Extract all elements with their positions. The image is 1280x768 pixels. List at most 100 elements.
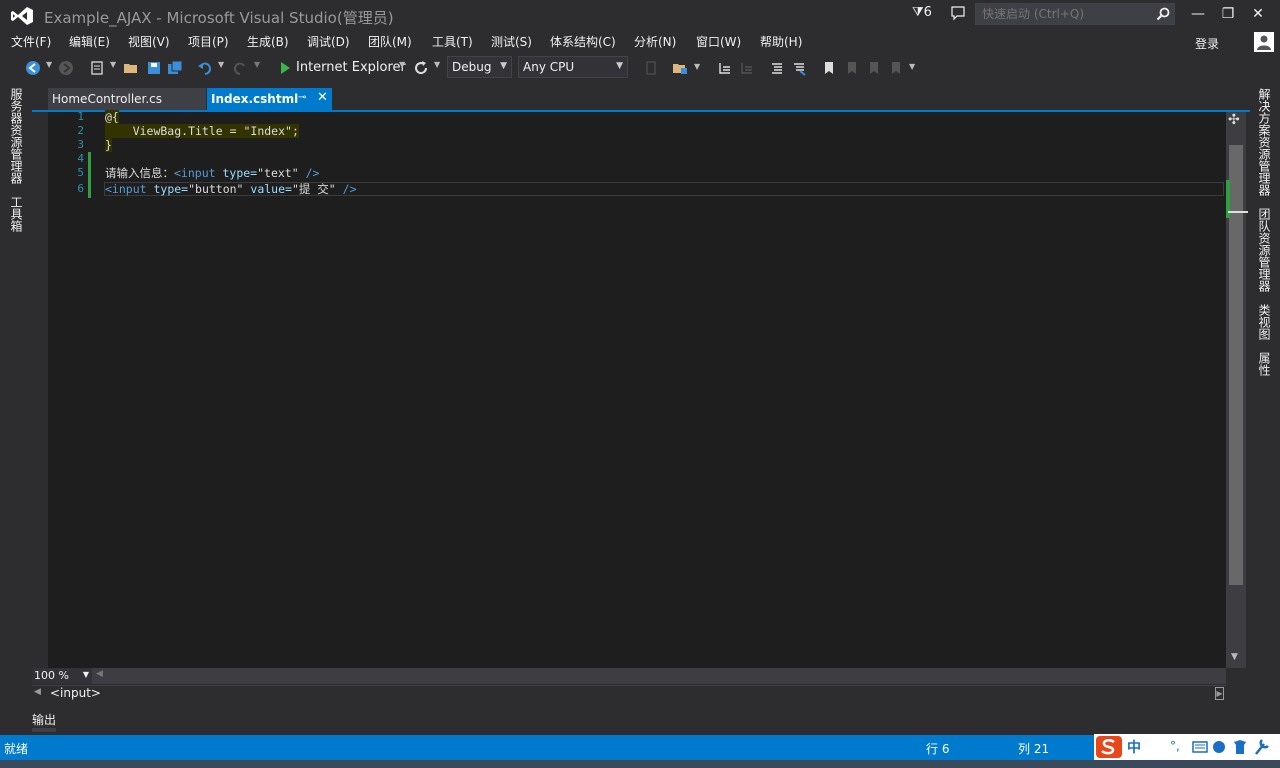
close-tab-icon[interactable]: ✕ bbox=[317, 90, 328, 105]
back-dropdown-arrow-icon[interactable]: ▼ bbox=[46, 60, 52, 69]
toolbox-tab[interactable]: 工具箱 bbox=[8, 196, 25, 232]
pin-icon[interactable]: ⊸ bbox=[298, 92, 306, 103]
code-line-1[interactable]: @{ bbox=[105, 110, 119, 124]
find-dropdown-icon[interactable]: ▼ bbox=[694, 62, 700, 71]
scroll-down-icon[interactable]: ▼ bbox=[1231, 652, 1238, 662]
ime-tools-icon[interactable] bbox=[1255, 739, 1269, 755]
menu-project[interactable]: 项目(P) bbox=[188, 33, 229, 50]
zoom-select[interactable]: 100 % ▼ bbox=[32, 668, 92, 684]
quick-launch-box[interactable] bbox=[975, 3, 1175, 25]
run-target-dropdown-icon[interactable]: ▼ bbox=[399, 60, 405, 69]
undo-icon[interactable] bbox=[197, 60, 213, 76]
start-debugging-icon[interactable] bbox=[277, 60, 293, 76]
ime-punctuation-icon[interactable]: °, bbox=[1170, 739, 1180, 753]
redo-dropdown-arrow-icon[interactable]: ▼ bbox=[254, 60, 260, 69]
uncomment-lines-icon[interactable] bbox=[791, 60, 807, 76]
server-explorer-tab[interactable]: 服务器资源管理器 bbox=[8, 88, 25, 184]
breadcrumb-right-icon[interactable]: ▶ bbox=[1215, 687, 1224, 700]
split-window-icon[interactable]: ✣ bbox=[1228, 112, 1240, 128]
attr-token: type= bbox=[222, 166, 258, 180]
code-line-2[interactable]: ViewBag.Title = "Index"; bbox=[105, 124, 299, 138]
breadcrumb-left-icon[interactable]: ◀ bbox=[34, 687, 41, 697]
window-title: Example_AJAX - Microsoft Visual Studio(管… bbox=[44, 9, 394, 27]
chevron-down-icon: ▼ bbox=[616, 61, 623, 71]
code-line-5[interactable]: 请输入信息：<input type="text" /> bbox=[105, 166, 319, 180]
outline-disabled-icon[interactable] bbox=[739, 60, 755, 76]
minimize-button[interactable]: — bbox=[1184, 4, 1212, 24]
maximize-button[interactable]: ❐ bbox=[1214, 4, 1242, 24]
refresh-icon[interactable] bbox=[413, 60, 429, 76]
platform-select[interactable]: Any CPU ▼ bbox=[518, 56, 628, 78]
tag-token: <input bbox=[174, 166, 223, 180]
output-panel-tab[interactable]: 输出 bbox=[32, 711, 56, 728]
menu-window[interactable]: 窗口(W) bbox=[696, 33, 741, 50]
windows-taskbar bbox=[0, 760, 1280, 768]
menu-file[interactable]: 文件(F) bbox=[11, 33, 51, 50]
save-icon[interactable] bbox=[146, 60, 162, 76]
properties-tab[interactable]: 属性 bbox=[1256, 352, 1273, 376]
save-all-icon[interactable] bbox=[167, 60, 183, 76]
clear-bookmarks-icon[interactable] bbox=[887, 60, 903, 76]
ime-skin-icon[interactable] bbox=[1234, 740, 1246, 754]
caret-position-marker bbox=[1228, 211, 1248, 213]
ime-keyboard-icon[interactable] bbox=[1192, 741, 1208, 753]
undo-dropdown-arrow-icon[interactable]: ▼ bbox=[218, 60, 224, 69]
menu-help[interactable]: 帮助(H) bbox=[760, 33, 802, 50]
next-bookmark-icon[interactable] bbox=[865, 60, 881, 76]
attach-icon[interactable] bbox=[643, 60, 659, 76]
menu-build[interactable]: 生成(B) bbox=[247, 33, 289, 50]
value-token: "text" bbox=[257, 166, 299, 180]
menu-analyze[interactable]: 分析(N) bbox=[634, 33, 676, 50]
outline-icon[interactable] bbox=[717, 60, 733, 76]
navigate-forward-icon[interactable] bbox=[58, 60, 74, 76]
menu-tools[interactable]: 工具(T) bbox=[432, 33, 473, 50]
tab-home-controller[interactable]: HomeController.cs bbox=[48, 88, 206, 110]
code-line-6[interactable]: <input type="button" value="提 交" /> bbox=[105, 182, 357, 196]
solution-explorer-tab[interactable]: 解决方案资源管理器 bbox=[1256, 88, 1273, 196]
scroll-left-icon[interactable]: ◀ bbox=[96, 669, 103, 679]
class-view-tab[interactable]: 类视图 bbox=[1256, 304, 1273, 340]
quick-launch-input[interactable] bbox=[980, 6, 1154, 22]
line-number: 4 bbox=[77, 152, 84, 165]
new-project-icon[interactable] bbox=[89, 60, 105, 76]
menu-edit[interactable]: 编辑(E) bbox=[69, 33, 110, 50]
close-window-button[interactable]: ✕ bbox=[1244, 4, 1272, 24]
configuration-select[interactable]: Debug ▼ bbox=[447, 56, 512, 78]
value-token: "button" bbox=[188, 182, 244, 196]
open-file-icon[interactable] bbox=[123, 60, 139, 76]
menu-debug[interactable]: 调试(D) bbox=[307, 33, 350, 50]
ime-chinese-mode-icon[interactable]: 中 bbox=[1127, 739, 1141, 756]
menu-test[interactable]: 测试(S) bbox=[491, 33, 532, 50]
search-icon[interactable] bbox=[1156, 7, 1170, 21]
menu-architecture[interactable]: 体系结构(C) bbox=[550, 33, 616, 50]
navigate-back-icon[interactable] bbox=[25, 60, 41, 76]
menu-view[interactable]: 视图(V) bbox=[128, 33, 170, 50]
menu-team[interactable]: 团队(M) bbox=[368, 33, 412, 50]
comment-lines-icon[interactable] bbox=[769, 60, 785, 76]
attr-token: type= bbox=[153, 182, 189, 196]
run-target-button[interactable]: Internet Explorer bbox=[296, 60, 406, 75]
tab-label: Index.cshtml bbox=[211, 92, 299, 106]
bookmark-icon[interactable] bbox=[821, 60, 837, 76]
ime-toolbar[interactable]: 中 °, bbox=[1094, 734, 1280, 760]
status-row: 行 6 bbox=[926, 742, 950, 756]
ime-user-icon[interactable] bbox=[1213, 741, 1225, 753]
notifications-button[interactable]: ⧩6 bbox=[912, 5, 932, 20]
prev-bookmark-icon[interactable] bbox=[843, 60, 859, 76]
change-tracking-bar bbox=[88, 152, 91, 198]
breadcrumb-tag[interactable]: <input> bbox=[50, 686, 101, 700]
feedback-icon[interactable] bbox=[950, 5, 966, 21]
team-explorer-tab[interactable]: 团队资源管理器 bbox=[1256, 208, 1273, 292]
redo-icon[interactable] bbox=[232, 60, 248, 76]
code-line-3[interactable]: } bbox=[105, 138, 112, 152]
login-link[interactable]: 登录 bbox=[1195, 35, 1219, 52]
refresh-dropdown-icon[interactable]: ▼ bbox=[434, 60, 440, 69]
tab-index-cshtml[interactable]: Index.cshtml bbox=[207, 88, 332, 110]
find-in-files-icon[interactable] bbox=[672, 60, 688, 76]
ime-half-width-icon[interactable] bbox=[1151, 742, 1162, 754]
new-dropdown-arrow-icon[interactable]: ▼ bbox=[110, 60, 116, 69]
account-icon[interactable] bbox=[1254, 32, 1274, 52]
line-number: 1 bbox=[77, 110, 84, 123]
horizontal-scrollbar[interactable] bbox=[32, 668, 1226, 684]
toolbar-options-icon[interactable]: ▼ bbox=[909, 62, 915, 71]
